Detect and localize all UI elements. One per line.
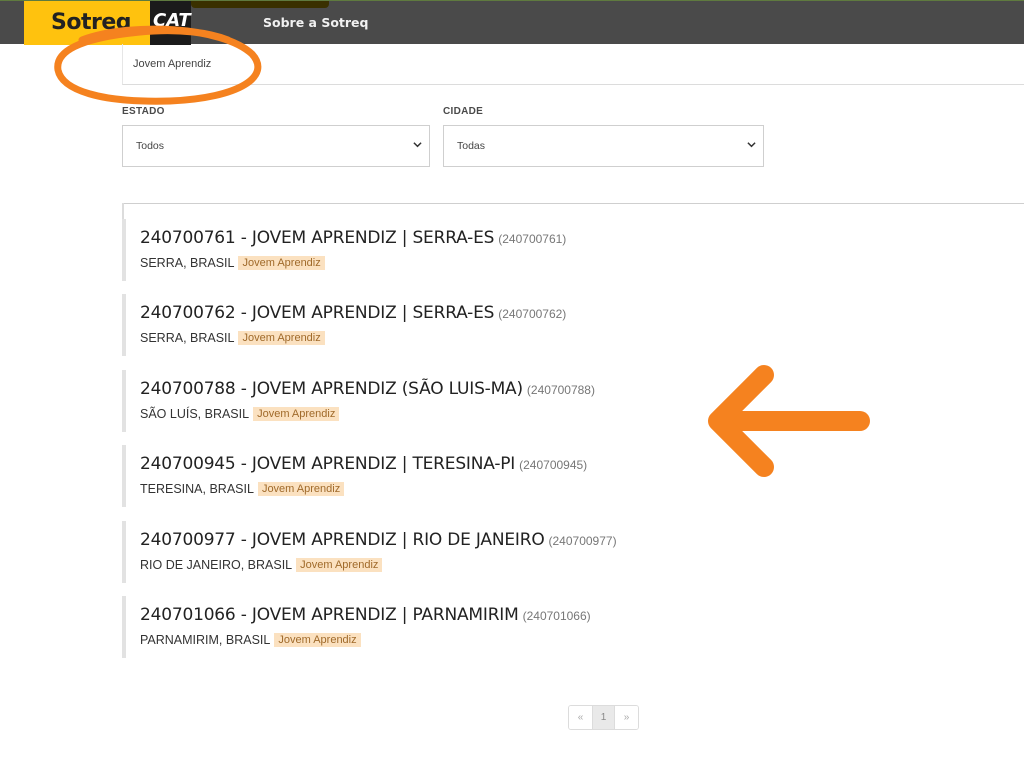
- job-listing[interactable]: 240700945 - JOVEM APRENDIZ | TERESINA-PI…: [122, 445, 822, 507]
- pagination-prev-button[interactable]: «: [569, 706, 592, 729]
- job-location: SERRA, BRASIL: [140, 331, 235, 345]
- job-location: RIO DE JANEIRO, BRASIL: [140, 558, 293, 572]
- chevron-down-icon: [413, 140, 422, 148]
- job-category-tag: Jovem Aprendiz: [257, 482, 345, 496]
- job-id: (240700761): [498, 232, 567, 246]
- job-location: SÃO LUÍS, BRASIL: [140, 407, 250, 421]
- cat-logo-underline: [156, 31, 186, 34]
- job-meta: TERESINA, BRASIL Jovem Aprendiz: [140, 482, 345, 496]
- job-category-tag: Jovem Aprendiz: [274, 633, 361, 647]
- job-id: (240700762): [498, 307, 567, 321]
- job-title[interactable]: 240700945 - JOVEM APRENDIZ | TERESINA-PI: [140, 454, 515, 474]
- keyword-search-value: Jovem Aprendiz: [133, 58, 212, 70]
- cat-logo[interactable]: CAT: [150, 1, 191, 45]
- job-title[interactable]: 240700788 - JOVEM APRENDIZ (SÃO LUIS-MA): [140, 379, 523, 399]
- estado-selected-value: Todos: [136, 140, 165, 152]
- job-category-tag: Jovem Aprendiz: [238, 331, 325, 345]
- job-location: SERRA, BRASIL: [140, 256, 235, 270]
- job-id: (240701066): [522, 609, 591, 623]
- job-title-row[interactable]: 240700977 - JOVEM APRENDIZ | RIO DE JANE…: [140, 530, 617, 550]
- job-title[interactable]: 240701066 - JOVEM APRENDIZ | PARNAMIRIM: [140, 605, 519, 625]
- cidade-selected-value: Todas: [457, 140, 486, 152]
- job-listing[interactable]: 240700977 - JOVEM APRENDIZ | RIO DE JANE…: [122, 521, 822, 583]
- results-divider: [122, 203, 1024, 204]
- job-title[interactable]: 240700761 - JOVEM APRENDIZ | SERRA-ES: [140, 228, 494, 248]
- sotreq-logo-text: Sotreq: [51, 10, 132, 35]
- chevron-down-icon: [747, 140, 756, 148]
- job-title-row[interactable]: 240700761 - JOVEM APRENDIZ | SERRA-ES (24…: [140, 228, 566, 248]
- job-category-tag: Jovem Aprendiz: [296, 558, 383, 572]
- job-location: TERESINA, BRASIL: [140, 482, 254, 496]
- job-meta: SÃO LUÍS, BRASIL Jovem Aprendiz: [140, 407, 340, 421]
- sotreq-logo[interactable]: Sotreq: [24, 1, 150, 45]
- job-listing[interactable]: 240700788 - JOVEM APRENDIZ (SÃO LUIS-MA)…: [122, 370, 822, 432]
- job-title-row[interactable]: 240700945 - JOVEM APRENDIZ | TERESINA-PI…: [140, 454, 587, 474]
- top-navigation-bar: Sotreq CAT Sobre a Sotreq: [0, 0, 1024, 45]
- cidade-label: CIDADE: [443, 106, 484, 117]
- job-title[interactable]: 240700977 - JOVEM APRENDIZ | RIO DE JANE…: [140, 530, 545, 550]
- job-listing[interactable]: 240700761 - JOVEM APRENDIZ | SERRA-ES (24…: [122, 219, 822, 281]
- pagination-next-button[interactable]: »: [615, 706, 638, 729]
- job-category-tag: Jovem Aprendiz: [238, 256, 325, 270]
- estado-label: ESTADO: [122, 106, 165, 117]
- job-meta: SERRA, BRASIL Jovem Aprendiz: [140, 331, 325, 345]
- job-meta: RIO DE JANEIRO, BRASIL Jovem Aprendiz: [140, 558, 383, 572]
- cidade-select[interactable]: Todas: [443, 125, 764, 167]
- job-id: (240700945): [519, 458, 588, 472]
- job-id: (240700788): [526, 383, 595, 397]
- keyword-search-input[interactable]: Jovem Aprendiz: [122, 44, 1024, 85]
- nav-link-sobre[interactable]: Sobre a Sotreq: [263, 15, 368, 30]
- job-listing[interactable]: 240700762 - JOVEM APRENDIZ | SERRA-ES (24…: [122, 294, 822, 356]
- job-meta: SERRA, BRASIL Jovem Aprendiz: [140, 256, 325, 270]
- job-category-tag: Jovem Aprendiz: [253, 407, 340, 421]
- pagination-page-button[interactable]: 1: [592, 706, 615, 729]
- job-id: (240700977): [548, 534, 617, 548]
- job-meta: PARNAMIRIM, BRASIL Jovem Aprendiz: [140, 633, 361, 647]
- cat-logo-text: CAT: [153, 10, 191, 31]
- pagination: « 1 »: [568, 705, 639, 730]
- job-title-row[interactable]: 240700762 - JOVEM APRENDIZ | SERRA-ES (24…: [140, 303, 566, 323]
- job-location: PARNAMIRIM, BRASIL: [140, 633, 271, 647]
- job-title[interactable]: 240700762 - JOVEM APRENDIZ | SERRA-ES: [140, 303, 494, 323]
- top-decorative-strip: [191, 1, 329, 8]
- job-title-row[interactable]: 240700788 - JOVEM APRENDIZ (SÃO LUIS-MA)…: [140, 379, 595, 399]
- job-listing[interactable]: 240701066 - JOVEM APRENDIZ | PARNAMIRIM(…: [122, 596, 822, 658]
- estado-select[interactable]: Todos: [122, 125, 430, 167]
- job-title-row[interactable]: 240701066 - JOVEM APRENDIZ | PARNAMIRIM(…: [140, 605, 591, 625]
